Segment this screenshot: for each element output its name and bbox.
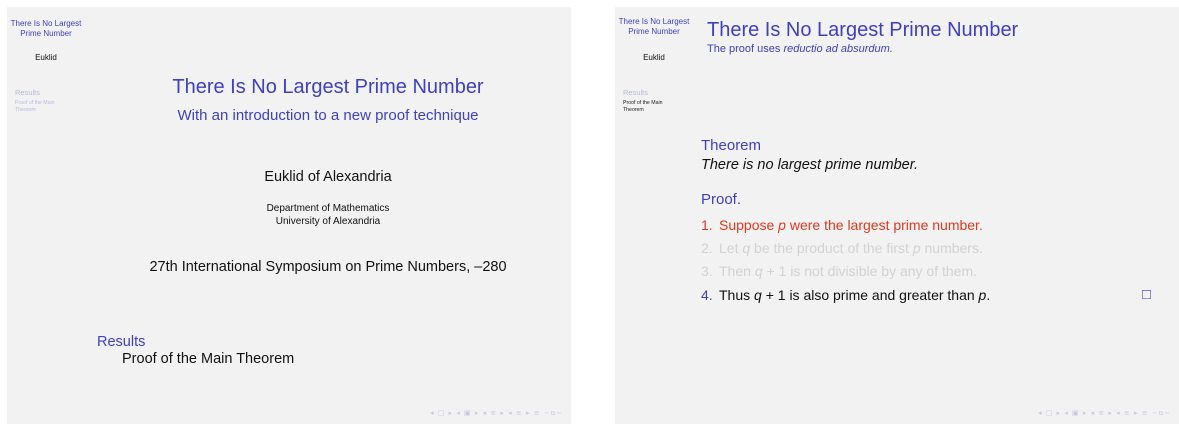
theorem-statement: There is no largest prime number. bbox=[701, 157, 919, 173]
math-var: p bbox=[778, 217, 786, 233]
proof-label: Proof. bbox=[701, 191, 742, 208]
sidebar-section-results[interactable]: Results bbox=[623, 88, 648, 97]
sidebar-title-link[interactable]: There Is No Largest Prime Number bbox=[7, 19, 85, 39]
math-var: p bbox=[912, 240, 921, 256]
step-text: Thus bbox=[719, 287, 755, 303]
navigation-symbols-icon[interactable]: ◂ □ ▸ ◂ ▣ ▸ ◂ ≡ ▸ ◂ ≡ ▸ ≡ ∽ɑ∼ bbox=[1038, 409, 1171, 417]
step-number: 4. bbox=[701, 287, 713, 303]
math-var: q bbox=[754, 287, 762, 303]
proof-step-1: 1. Suppose p were the largest prime numbe… bbox=[701, 217, 983, 233]
frame-subtitle-text: The proof uses bbox=[707, 43, 784, 55]
step-text: be the product of the first bbox=[750, 240, 913, 256]
step-text: Let bbox=[719, 240, 743, 256]
slide-title: There Is No Largest Prime Number bbox=[172, 76, 484, 98]
sidebar-author: Euklid bbox=[643, 53, 665, 62]
frame-title: There Is No Largest Prime Number bbox=[707, 19, 1019, 41]
frame-subtitle: The proof uses reductio ad absurdum. bbox=[707, 43, 893, 55]
math-var: q bbox=[754, 263, 763, 279]
toc-subsection-proof[interactable]: Proof of the Main Theorem bbox=[122, 351, 294, 367]
slide-subtitle: With an introduction to a new proof tech… bbox=[177, 107, 479, 124]
step-text: + 1 is also prime and greater than bbox=[761, 287, 979, 303]
step-text: numbers. bbox=[920, 240, 983, 256]
math-var: q bbox=[742, 240, 751, 256]
proof-slide: There Is No Largest Prime Number Euklid … bbox=[615, 7, 1179, 424]
step-number: 1. bbox=[701, 217, 713, 233]
toc-section-results[interactable]: Results bbox=[97, 334, 145, 350]
proof-step-3: 3. Then q + 1 is not divisible by any of … bbox=[701, 263, 977, 279]
step-text: . bbox=[986, 287, 991, 303]
frame-subtitle-emphasis: reductio ad absurdum. bbox=[783, 43, 893, 55]
sidebar-subsection-proof[interactable]: Proof of the Main Theorem bbox=[623, 100, 683, 113]
navigation-symbols-icon[interactable]: ◂ □ ▸ ◂ ▣ ▸ ◂ ≡ ▸ ◂ ≡ ▸ ≡ ∽ɑ∼ bbox=[430, 409, 563, 417]
proof-step-2: 2. Let q be the product of the first p nu… bbox=[701, 240, 983, 256]
author-name: Euklid of Alexandria bbox=[264, 169, 392, 185]
sidebar-subsection-proof[interactable]: Proof of the Main Theorem bbox=[15, 100, 75, 113]
sidebar-author: Euklid bbox=[35, 53, 57, 62]
step-number: 2. bbox=[701, 240, 713, 256]
qed-icon: □ bbox=[1142, 286, 1152, 303]
event-date: 27th International Symposium on Prime Nu… bbox=[149, 259, 507, 275]
theorem-label: Theorem bbox=[701, 137, 762, 154]
title-slide: There Is No Largest Prime Number Euklid … bbox=[7, 7, 571, 424]
institute-line-2: University of Alexandria bbox=[275, 216, 381, 227]
step-text: + 1 is not divisible by any of them. bbox=[762, 263, 977, 279]
proof-step-4: 4. Thus q + 1 is also prime and greater t… bbox=[701, 287, 990, 303]
step-number: 3. bbox=[701, 263, 713, 279]
step-text: Then bbox=[719, 263, 755, 279]
institute-line-1: Department of Mathematics bbox=[266, 203, 390, 214]
sidebar-title-link[interactable]: There Is No Largest Prime Number bbox=[615, 17, 693, 37]
step-text: Suppose bbox=[719, 217, 779, 233]
step-text: were the largest prime number. bbox=[785, 217, 983, 233]
sidebar-section-results[interactable]: Results bbox=[15, 88, 40, 97]
